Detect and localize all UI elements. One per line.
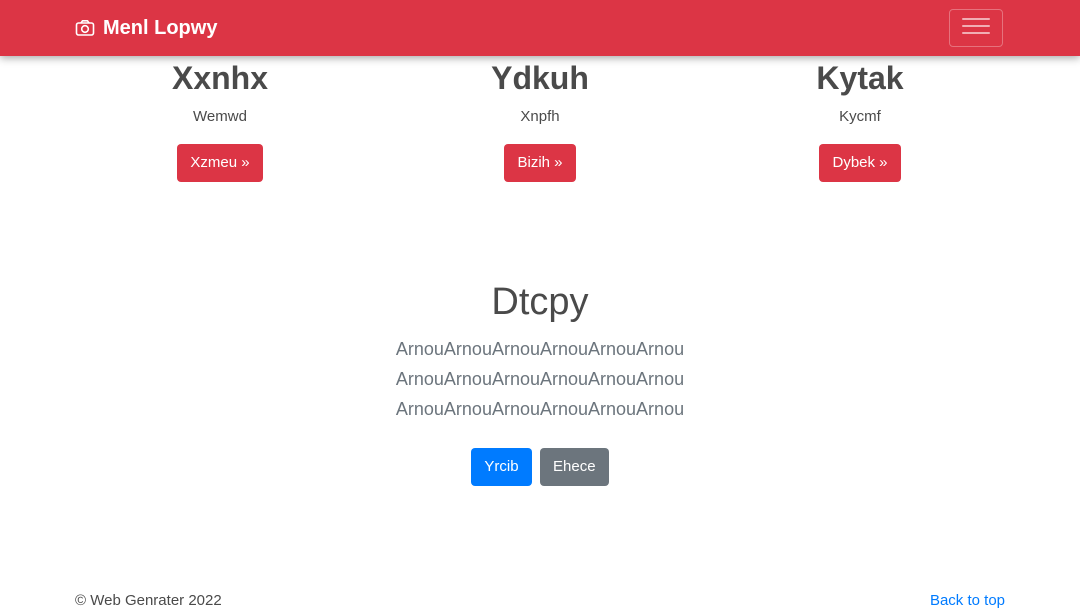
feature-column: Xxnhx Wemwd Xzmeu » bbox=[60, 56, 380, 182]
feature-title: Kytak bbox=[816, 60, 904, 96]
hero-section: Dtcpy ArnouArnouArnouArnouArnouArnou Arn… bbox=[0, 276, 1080, 486]
navbar: Menl Lopwy bbox=[0, 0, 1080, 56]
feature-column: Kytak Kycmf Dybek » bbox=[700, 56, 1020, 182]
feature-title: Xxnhx bbox=[171, 60, 269, 96]
feature-column: Ydkuh Xnpfh Bizih » bbox=[380, 56, 700, 182]
feature-text: Wemwd bbox=[193, 108, 247, 125]
brand-title: Menl Lopwy bbox=[103, 17, 218, 39]
hero-lead: ArnouArnouArnouArnouArnouArnou ArnouArno… bbox=[395, 339, 685, 419]
feature-title: Ydkuh bbox=[491, 60, 589, 96]
navbar-toggler-button[interactable] bbox=[949, 9, 1003, 47]
secondary-button[interactable]: Ehece bbox=[540, 448, 609, 486]
feature-text: Xnpfh bbox=[520, 108, 560, 125]
hamburger-menu-icon bbox=[961, 14, 991, 43]
feature-button[interactable]: Xzmeu » bbox=[177, 144, 263, 182]
primary-button[interactable]: Yrcib bbox=[471, 448, 532, 486]
hero-actions: Yrcib Ehece bbox=[0, 448, 1080, 486]
brand-link[interactable]: Menl Lopwy bbox=[75, 14, 217, 42]
camera-icon bbox=[75, 18, 95, 38]
feature-button[interactable]: Dybek » bbox=[819, 144, 901, 182]
feature-text: Kycmf bbox=[839, 108, 881, 125]
footer-copyright: © Web Genrater 2022 bbox=[75, 592, 222, 609]
feature-button[interactable]: Bizih » bbox=[504, 144, 576, 182]
hero-title: Dtcpy bbox=[491, 281, 589, 323]
back-to-top-link[interactable]: Back to top bbox=[930, 590, 1005, 612]
